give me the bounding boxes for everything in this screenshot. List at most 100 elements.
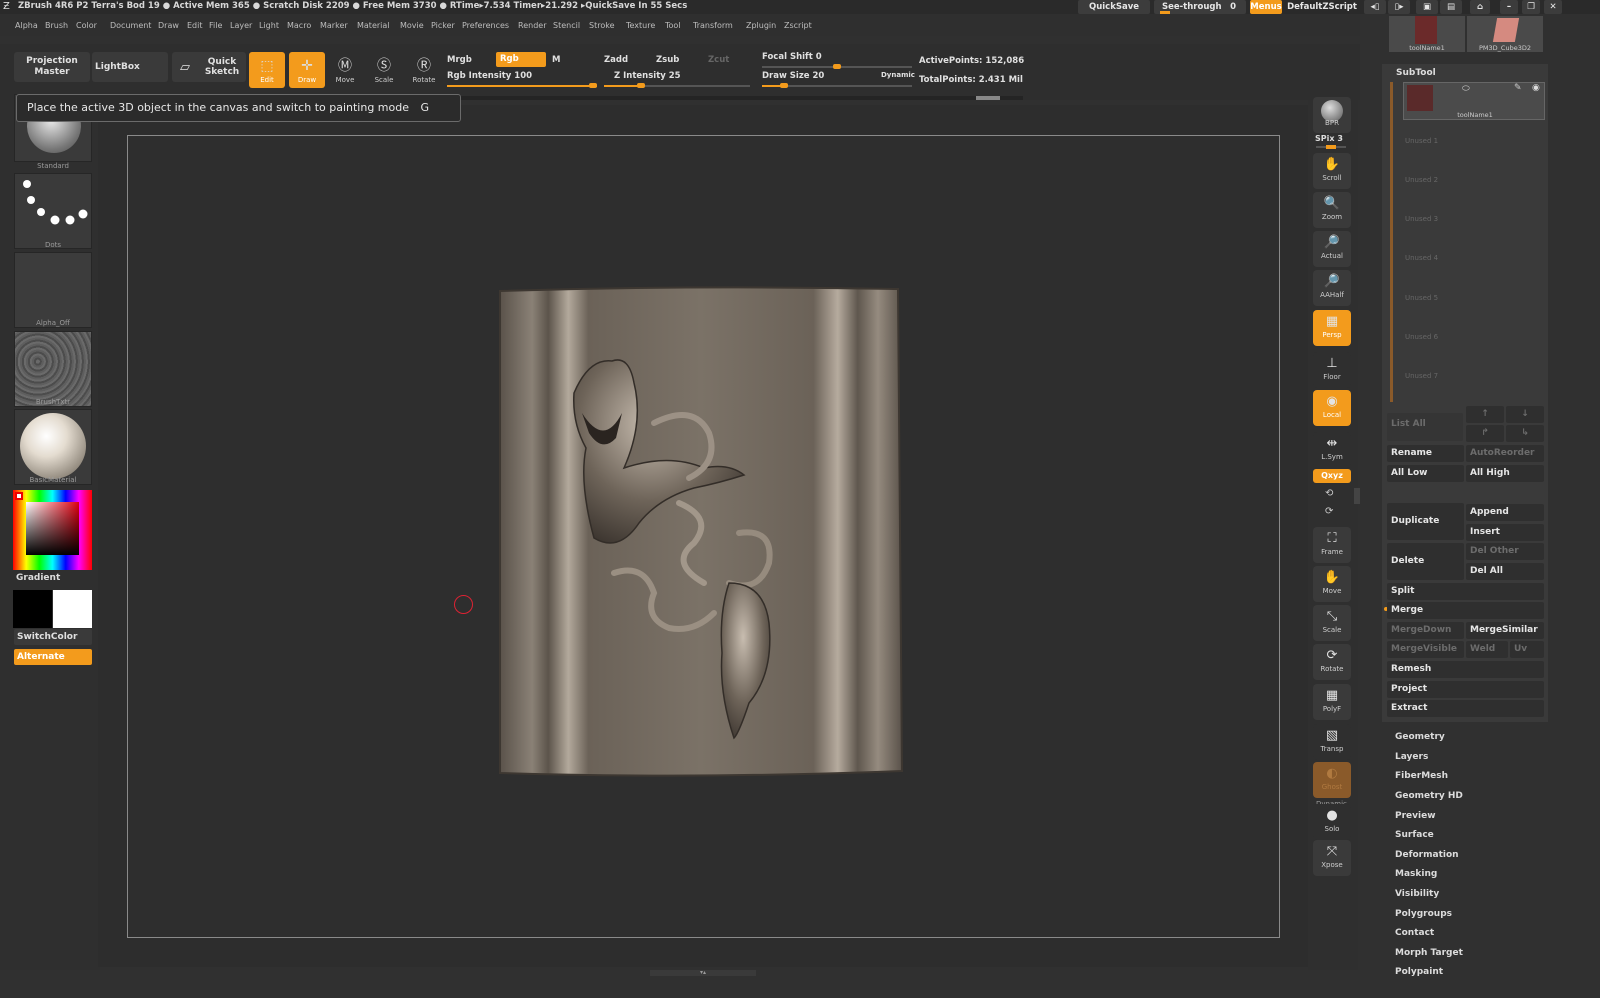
transp-button[interactable]: ▧ Transp — [1313, 724, 1351, 760]
scale-view-button[interactable]: ⤡ Scale — [1313, 605, 1351, 641]
polyf-button[interactable]: ▦ PolyF — [1313, 684, 1351, 720]
menu-zplugin[interactable]: Zplugin — [746, 21, 776, 30]
del-all-button[interactable]: Del All — [1466, 563, 1544, 580]
aahalf-button[interactable]: 🔎 AAHalf — [1313, 270, 1351, 306]
subpalette-visibility[interactable]: Visibility — [1395, 889, 1439, 899]
subpalette-polygroups[interactable]: Polygroups — [1395, 909, 1452, 919]
subtool-list-scrollbar[interactable] — [1390, 82, 1393, 402]
subpalette-masking[interactable]: Masking — [1395, 869, 1437, 879]
subtool-unused-5[interactable]: Unused 5 — [1405, 294, 1438, 302]
spix-label[interactable]: SPix 3 — [1315, 134, 1343, 143]
alternate-button[interactable]: Alternate — [14, 649, 92, 665]
move-button[interactable]: Ⓜ Move — [327, 52, 363, 88]
lsym-button[interactable]: ⇹ L.Sym — [1313, 432, 1351, 468]
subtool-item-active[interactable]: ◉ ✎ ⬭ toolName1 — [1403, 82, 1545, 120]
menu-tool[interactable]: Tool — [665, 21, 681, 30]
list-all-button[interactable]: List All — [1387, 413, 1463, 441]
menu-light[interactable]: Light — [259, 21, 279, 30]
menu-macro[interactable]: Macro — [287, 21, 311, 30]
draw-size-knob[interactable] — [780, 83, 788, 88]
subpalette-contact[interactable]: Contact — [1395, 928, 1434, 938]
rgb-intensity-knob[interactable] — [589, 83, 597, 88]
lock-icon[interactable]: ⌂ — [1470, 0, 1490, 14]
move-up-folder-arrow-icon[interactable]: ↱ — [1466, 425, 1504, 442]
default-zscript-button[interactable]: DefaultZScript — [1285, 0, 1359, 14]
subpalette-layers[interactable]: Layers — [1395, 752, 1428, 762]
menu-zscript[interactable]: Zscript — [784, 21, 812, 30]
projection-master-button[interactable]: Projection Master — [14, 52, 90, 82]
scroll-button[interactable]: ✋ Scroll — [1313, 153, 1351, 189]
primary-color-swatch[interactable] — [13, 590, 52, 628]
subpalette-morph-target[interactable]: Morph Target — [1395, 948, 1463, 958]
focal-shift-knob[interactable] — [833, 64, 841, 69]
draw-button[interactable]: ✛ Draw — [289, 52, 325, 88]
color-picker-square[interactable] — [26, 502, 79, 555]
menu-stroke[interactable]: Stroke — [589, 21, 615, 30]
zcut-toggle[interactable]: Zcut — [708, 55, 729, 65]
delete-button[interactable]: Delete — [1387, 543, 1464, 580]
subpalette-surface[interactable]: Surface — [1395, 830, 1434, 840]
floor-button[interactable]: ⊥ Floor — [1313, 352, 1351, 388]
ghost-button[interactable]: ◐ Ghost — [1313, 762, 1351, 798]
tool-thumbnail-1[interactable]: toolName1 — [1389, 16, 1465, 52]
subpalette-geometry[interactable]: Geometry — [1395, 732, 1445, 742]
color-picker[interactable] — [13, 490, 92, 570]
subtool-visibility-eye-icon[interactable]: ◉ — [1532, 83, 1540, 93]
zsub-toggle[interactable]: Zsub — [656, 55, 679, 65]
menu-draw[interactable]: Draw — [158, 21, 179, 30]
zoom-button[interactable]: 🔍 Zoom — [1313, 192, 1351, 228]
mrgb-toggle[interactable]: Mrgb — [447, 55, 472, 65]
remesh-button[interactable]: Remesh — [1387, 661, 1544, 678]
rotate-z-icon[interactable]: ⟳ — [1325, 506, 1333, 517]
quick-sketch-button[interactable]: ▱ Quick Sketch — [172, 52, 246, 82]
texture-slot[interactable] — [14, 331, 92, 407]
persp-button[interactable]: ▦ Persp — [1313, 310, 1351, 346]
mergesimilar-button[interactable]: MergeSimilar — [1466, 622, 1544, 639]
restore-icon[interactable]: ❐ — [1522, 0, 1540, 14]
menus-toggle[interactable]: Menus — [1250, 0, 1282, 14]
subpalette-preview[interactable]: Preview — [1395, 811, 1436, 821]
menu-color[interactable]: Color — [76, 21, 97, 30]
tool-thumbnail-2[interactable]: PM3D_Cube3D2 — [1467, 16, 1543, 52]
focal-shift-slider[interactable] — [762, 64, 912, 69]
menu-transform[interactable]: Transform — [693, 21, 733, 30]
menu-texture[interactable]: Texture — [626, 21, 655, 30]
zadd-toggle[interactable]: Zadd — [604, 55, 628, 65]
menu-material[interactable]: Material — [357, 21, 390, 30]
layout-1-icon[interactable]: ▣ — [1416, 0, 1438, 14]
menu-edit[interactable]: Edit — [187, 21, 203, 30]
menu-preferences[interactable]: Preferences — [462, 21, 509, 30]
spix-knob[interactable] — [1326, 145, 1336, 149]
split-button[interactable]: Split — [1387, 583, 1544, 600]
stroke-slot[interactable] — [14, 173, 92, 249]
spix-slider[interactable] — [1316, 145, 1346, 149]
rename-button[interactable]: Rename — [1387, 445, 1464, 462]
see-through-slider[interactable]: See-through 0 — [1154, 0, 1246, 14]
merge-button[interactable]: Merge — [1387, 602, 1544, 619]
switch-color-button[interactable]: SwitchColor — [14, 629, 92, 645]
bottom-scroll-handle[interactable]: ▾▴ — [650, 970, 756, 976]
top-scrollbar[interactable] — [460, 96, 1023, 100]
xpose-button[interactable]: ⤧ Xpose — [1313, 840, 1351, 876]
rgb-intensity-slider[interactable] — [447, 83, 597, 88]
rotate-view-button[interactable]: ⟳ Rotate — [1313, 644, 1351, 680]
weld-toggle[interactable]: Weld — [1466, 641, 1508, 658]
del-other-button[interactable]: Del Other — [1466, 543, 1544, 560]
subpalette-geometry-hd[interactable]: Geometry HD — [1395, 791, 1463, 801]
bpr-button[interactable]: BPR — [1313, 97, 1351, 133]
dynamic-toggle[interactable]: Dynamic — [881, 71, 915, 79]
palette-left-icon[interactable]: ◂▯ — [1364, 0, 1386, 14]
mergevisible-button[interactable]: MergeVisible — [1387, 641, 1464, 658]
subpalette-deformation[interactable]: Deformation — [1395, 850, 1459, 860]
append-button[interactable]: Append — [1466, 504, 1544, 521]
subtool-unused-4[interactable]: Unused 4 — [1405, 254, 1438, 262]
move-down-folder-arrow-icon[interactable]: ↳ — [1506, 425, 1544, 442]
edit-button[interactable]: ⬚ Edit — [249, 52, 285, 88]
rgb-toggle[interactable]: Rgb — [496, 52, 546, 67]
move-view-button[interactable]: ✋ Move — [1313, 566, 1351, 602]
move-down-arrow-icon[interactable]: ↓ — [1506, 406, 1544, 423]
rotate-y-icon[interactable]: ⟲ — [1325, 488, 1333, 499]
palette-right-icon[interactable]: ▯▸ — [1388, 0, 1410, 14]
subtool-paint-brush-icon[interactable]: ✎ — [1514, 83, 1522, 93]
all-low-button[interactable]: All Low — [1387, 465, 1464, 482]
